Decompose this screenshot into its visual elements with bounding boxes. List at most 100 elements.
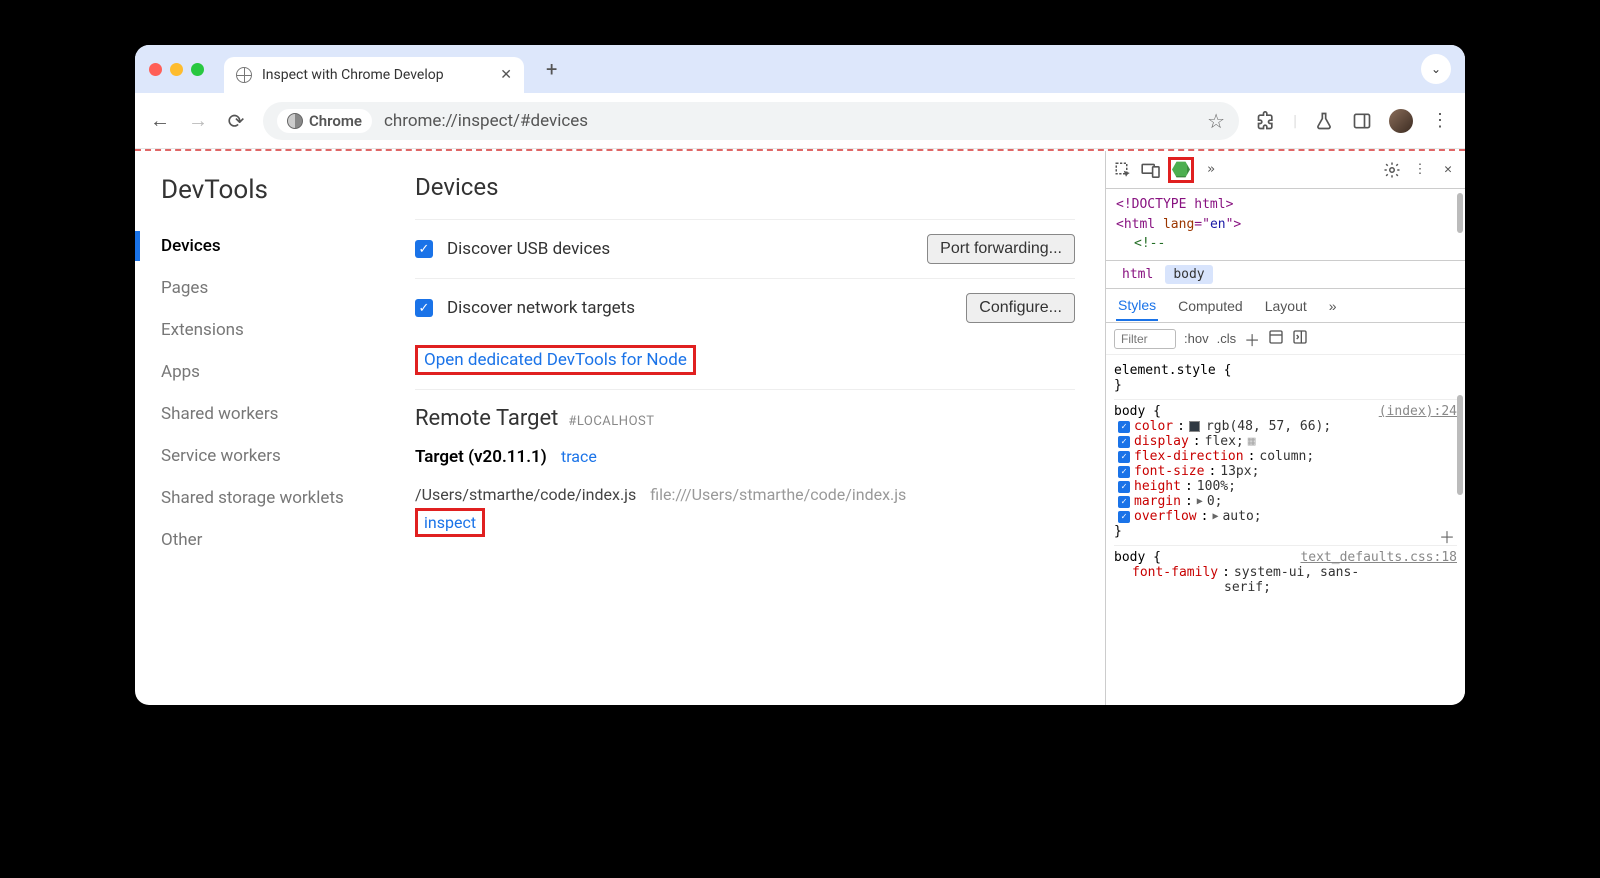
hov-toggle[interactable]: :hov	[1184, 331, 1209, 346]
globe-icon	[236, 67, 252, 83]
scrollbar-icon[interactable]	[1457, 193, 1463, 233]
expand-triangle-icon[interactable]: ▶	[1212, 511, 1218, 522]
device-toolbar-icon[interactable]	[1140, 159, 1162, 181]
toggle-sidebar-icon[interactable]	[1292, 329, 1308, 348]
node-devtools-icon[interactable]	[1168, 157, 1194, 183]
element-style-selector: element.style {	[1114, 363, 1457, 378]
port-forwarding-button[interactable]: Port forwarding...	[927, 234, 1075, 264]
sidebar-item-shared-workers[interactable]: Shared workers	[161, 393, 387, 435]
devtools-kebab-icon[interactable]: ⋮	[1409, 159, 1431, 181]
inspect-link[interactable]: inspect	[424, 513, 476, 532]
configure-button[interactable]: Configure...	[966, 293, 1075, 323]
devices-heading: Devices	[415, 173, 1075, 201]
network-checkbox[interactable]: ✓	[415, 299, 433, 317]
styles-scrollbar-icon[interactable]	[1457, 395, 1463, 495]
open-dedicated-devtools-link[interactable]: Open dedicated DevTools for Node	[424, 350, 687, 370]
network-row: ✓ Discover network targets Configure...	[415, 278, 1075, 337]
chrome-chip: Chrome	[277, 109, 372, 133]
crumb-html[interactable]: html	[1114, 265, 1161, 284]
tab-styles[interactable]: Styles	[1116, 291, 1158, 321]
minimize-window-icon[interactable]	[170, 63, 183, 76]
prop-checkbox[interactable]: ✓	[1118, 436, 1130, 448]
more-tabs-icon[interactable]: »	[1200, 159, 1222, 181]
dedicated-row: Open dedicated DevTools for Node	[415, 337, 1075, 390]
body-rule: body { (index):24 ✓ color: rgb(48, 57, 6…	[1114, 399, 1457, 539]
add-property-icon[interactable]: ＋	[1439, 524, 1455, 548]
styles-filter-input[interactable]	[1114, 329, 1176, 349]
close-window-icon[interactable]	[149, 63, 162, 76]
inspect-element-icon[interactable]	[1112, 159, 1134, 181]
dom-html-close: ">	[1226, 217, 1242, 232]
prop-overflow[interactable]: ✓ overflow: ▶ auto;	[1114, 509, 1457, 524]
sidebar-item-apps[interactable]: Apps	[161, 351, 387, 393]
new-style-rule-icon[interactable]: ＋	[1244, 327, 1260, 351]
dom-eq: ="	[1194, 217, 1210, 232]
tab-close-icon[interactable]: ✕	[500, 67, 512, 83]
traffic-lights	[149, 63, 204, 76]
sidebar: DevTools Devices Pages Extensions Apps S…	[135, 151, 405, 705]
forward-button[interactable]: →	[187, 108, 209, 133]
sidebar-item-service-workers[interactable]: Service workers	[161, 435, 387, 477]
computed-styles-icon[interactable]	[1268, 329, 1284, 348]
devtools-panel: » ⋮ ✕ <!DOCTYPE html> <html lang="en"> <…	[1105, 151, 1465, 705]
trace-link[interactable]: trace	[561, 447, 597, 466]
flask-icon[interactable]	[1313, 110, 1335, 132]
prop-checkbox[interactable]: ✓	[1118, 481, 1130, 493]
prop-font-family[interactable]: font-family: system-ui, sans-	[1114, 565, 1457, 580]
prop-font-family-cont: serif;	[1114, 580, 1457, 595]
panel-icon[interactable]	[1351, 110, 1373, 132]
chrome-chip-label: Chrome	[309, 112, 362, 130]
body2-source[interactable]: text_defaults.css:18	[1300, 550, 1457, 565]
styles-toolbar: :hov .cls ＋	[1106, 323, 1465, 355]
new-tab-button[interactable]: +	[546, 57, 557, 81]
sidebar-item-extensions[interactable]: Extensions	[161, 309, 387, 351]
dom-breadcrumb: html body	[1106, 261, 1465, 289]
devtools-close-icon[interactable]: ✕	[1437, 159, 1459, 181]
sidebar-item-pages[interactable]: Pages	[161, 267, 387, 309]
prop-checkbox[interactable]: ✓	[1118, 451, 1130, 463]
toolbar: ← → ⟳ Chrome chrome://inspect/#devices ☆…	[135, 93, 1465, 149]
inspect-highlight-box: inspect	[415, 508, 485, 537]
styles-body[interactable]: element.style { } body { (index):24 ✓ co…	[1106, 355, 1465, 705]
tab-layout[interactable]: Layout	[1263, 292, 1309, 320]
gear-icon[interactable]	[1381, 159, 1403, 181]
elements-tree[interactable]: <!DOCTYPE html> <html lang="en"> <!--	[1106, 189, 1465, 261]
prop-height[interactable]: ✓ height: 100%;	[1114, 479, 1457, 494]
prop-checkbox[interactable]: ✓	[1118, 466, 1130, 478]
prop-color[interactable]: ✓ color: rgb(48, 57, 66);	[1114, 419, 1457, 434]
prop-margin[interactable]: ✓ margin: ▶ 0;	[1114, 494, 1457, 509]
avatar[interactable]	[1389, 109, 1413, 133]
usb-row: ✓ Discover USB devices Port forwarding..…	[415, 219, 1075, 278]
prop-display[interactable]: ✓ display: flex; ▦	[1114, 434, 1457, 449]
tabs-dropdown-button[interactable]: ⌄	[1421, 54, 1451, 84]
cls-toggle[interactable]: .cls	[1217, 331, 1237, 346]
usb-checkbox[interactable]: ✓	[415, 240, 433, 258]
prop-checkbox[interactable]: ✓	[1118, 421, 1130, 433]
back-button[interactable]: ←	[149, 108, 171, 133]
element-style-rule: element.style { }	[1114, 363, 1457, 393]
sidebar-item-other[interactable]: Other	[161, 519, 387, 561]
sidebar-item-shared-storage-worklets[interactable]: Shared storage worklets	[161, 477, 387, 519]
maximize-window-icon[interactable]	[191, 63, 204, 76]
bookmark-star-icon[interactable]: ☆	[1207, 109, 1225, 133]
omnibox[interactable]: Chrome chrome://inspect/#devices ☆	[263, 102, 1239, 140]
kebab-menu-icon[interactable]: ⋮	[1429, 110, 1451, 132]
flex-badge-icon[interactable]: ▦	[1248, 434, 1257, 449]
titlebar: Inspect with Chrome Develop ✕ + ⌄	[135, 45, 1465, 93]
expand-triangle-icon[interactable]: ▶	[1197, 496, 1203, 507]
body-rule-source[interactable]: (index):24	[1379, 404, 1457, 419]
extensions-icon[interactable]	[1255, 110, 1277, 132]
prop-font-size[interactable]: ✓ font-size: 13px;	[1114, 464, 1457, 479]
crumb-body[interactable]: body	[1165, 265, 1212, 284]
prop-flex-direction[interactable]: ✓ flex-direction: column;	[1114, 449, 1457, 464]
tab-computed[interactable]: Computed	[1176, 292, 1245, 320]
url-text: chrome://inspect/#devices	[384, 111, 588, 131]
prop-checkbox[interactable]: ✓	[1118, 511, 1130, 523]
tab-more[interactable]: »	[1327, 292, 1339, 320]
color-swatch-icon[interactable]	[1189, 421, 1200, 432]
sidebar-item-devices[interactable]: Devices	[161, 225, 387, 267]
browser-tab[interactable]: Inspect with Chrome Develop ✕	[224, 57, 524, 93]
prop-checkbox[interactable]: ✓	[1118, 496, 1130, 508]
body2-selector: body {	[1114, 550, 1161, 565]
reload-button[interactable]: ⟳	[225, 109, 247, 133]
